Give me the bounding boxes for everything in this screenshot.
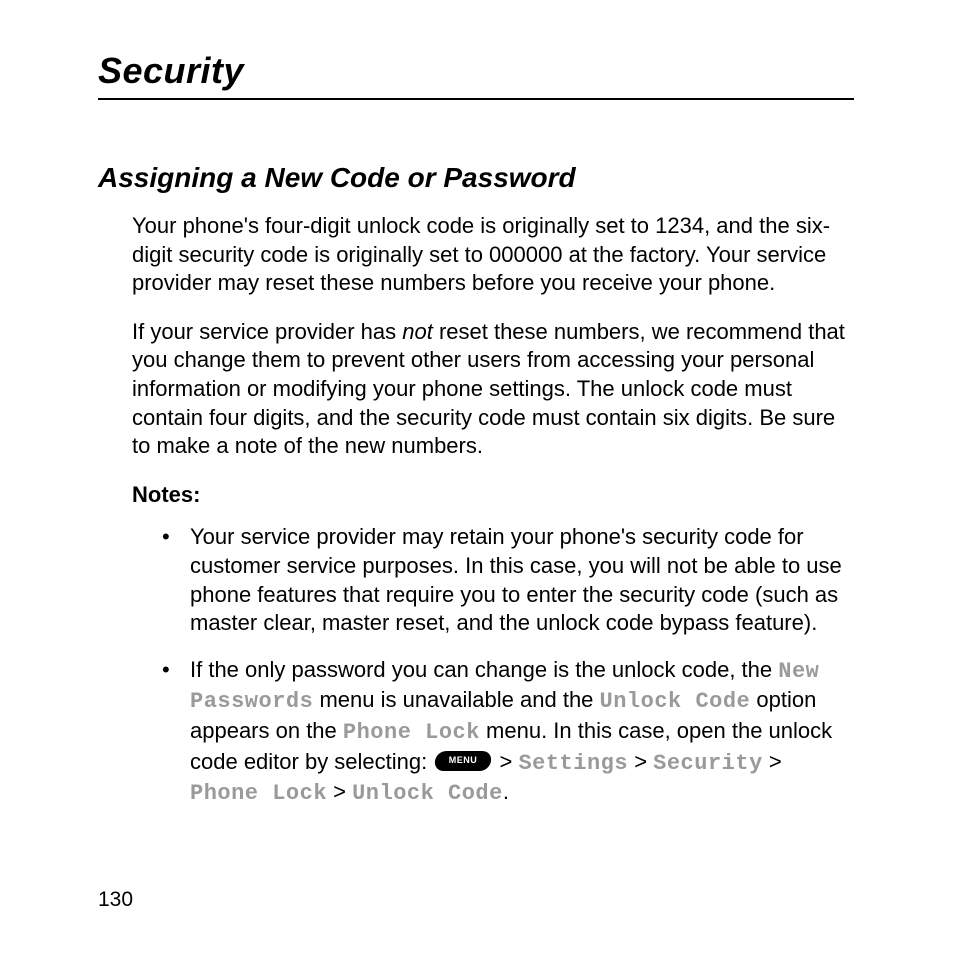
text-span: If your service provider has xyxy=(132,319,402,344)
menu-path-unlock-code: Unlock Code xyxy=(352,781,503,806)
menu-name-phone-lock: Phone Lock xyxy=(343,720,480,745)
path-separator: > xyxy=(327,779,352,804)
section-title: Assigning a New Code or Password xyxy=(98,162,854,194)
path-separator: > xyxy=(763,749,782,774)
list-item: If the only password you can change is t… xyxy=(162,656,854,809)
text-span: If the only password you can change is t… xyxy=(190,657,778,682)
menu-path-settings: Settings xyxy=(518,751,628,776)
menu-key-icon: MENU xyxy=(434,751,493,771)
path-separator: > xyxy=(628,749,653,774)
body-content: Your phone's four-digit unlock code is o… xyxy=(132,212,854,809)
notes-list: Your service provider may retain your ph… xyxy=(132,523,854,808)
italic-not: not xyxy=(402,319,433,344)
text-span: menu is unavailable and the xyxy=(313,687,599,712)
menu-path-security: Security xyxy=(653,751,763,776)
menu-path-phone-lock: Phone Lock xyxy=(190,781,327,806)
text-span: . xyxy=(503,779,509,804)
list-item: Your service provider may retain your ph… xyxy=(162,523,854,637)
document-page: Security Assigning a New Code or Passwor… xyxy=(0,0,954,809)
paragraph-1: Your phone's four-digit unlock code is o… xyxy=(132,212,854,298)
paragraph-2: If your service provider has not reset t… xyxy=(132,318,854,461)
chapter-title: Security xyxy=(98,50,854,100)
menu-name-unlock-code: Unlock Code xyxy=(600,689,751,714)
menu-key-label: MENU xyxy=(435,751,491,771)
page-number: 130 xyxy=(98,888,133,912)
path-separator: > xyxy=(493,749,518,774)
notes-heading: Notes: xyxy=(132,481,854,510)
